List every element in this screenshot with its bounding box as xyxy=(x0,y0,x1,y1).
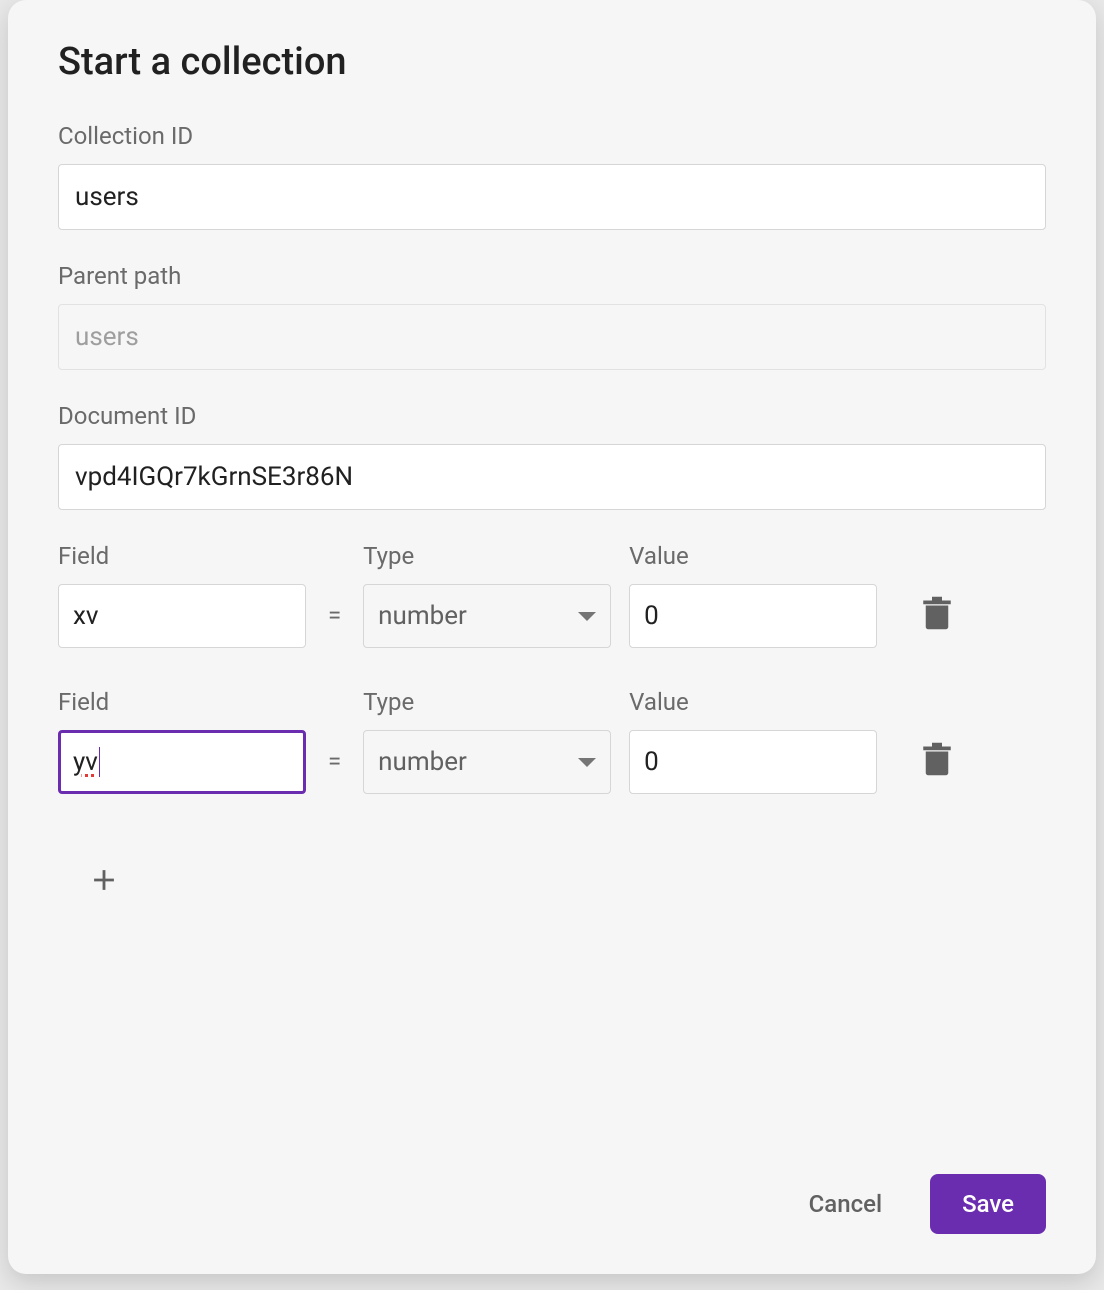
trash-icon xyxy=(922,741,952,781)
dialog-footer: Cancel Save xyxy=(58,1154,1046,1234)
collection-id-input[interactable] xyxy=(58,164,1046,230)
text-caret xyxy=(99,747,100,777)
collection-id-group: Collection ID xyxy=(58,122,1046,230)
field-value-input[interactable] xyxy=(629,730,877,794)
field-row: Field = Type number Value xyxy=(58,542,1046,648)
field-row: Field yv = Type number Value xyxy=(58,688,1046,794)
collection-id-label: Collection ID xyxy=(58,122,1046,150)
dialog-title: Start a collection xyxy=(58,40,1046,84)
cancel-button[interactable]: Cancel xyxy=(791,1178,900,1230)
document-id-group: Document ID xyxy=(58,402,1046,510)
equals-sign: = xyxy=(324,747,345,775)
field-type-value: number xyxy=(378,747,467,777)
parent-path-input xyxy=(58,304,1046,370)
add-field-button[interactable] xyxy=(76,854,132,910)
field-value-input[interactable] xyxy=(629,584,877,648)
field-value-column: Value xyxy=(629,688,877,794)
field-type-label: Type xyxy=(363,688,611,716)
dropdown-caret-icon xyxy=(578,612,596,621)
field-value-column: Value xyxy=(629,542,877,648)
field-name-column: Field yv xyxy=(58,688,306,794)
parent-path-group: Parent path xyxy=(58,262,1046,370)
field-name-label: Field xyxy=(58,688,306,716)
field-type-column: Type number xyxy=(363,688,611,794)
equals-sign: = xyxy=(324,601,345,629)
document-id-label: Document ID xyxy=(58,402,1046,430)
save-button[interactable]: Save xyxy=(930,1174,1046,1234)
start-collection-dialog: Start a collection Collection ID Parent … xyxy=(8,0,1096,1274)
trash-icon xyxy=(922,595,952,635)
field-name-column: Field xyxy=(58,542,306,648)
field-name-input[interactable] xyxy=(58,584,306,648)
parent-path-label: Parent path xyxy=(58,262,1046,290)
field-type-select[interactable]: number xyxy=(363,730,611,794)
field-name-input[interactable]: yv xyxy=(58,730,306,794)
delete-field-button[interactable] xyxy=(913,591,961,639)
field-type-column: Type number xyxy=(363,542,611,648)
field-type-label: Type xyxy=(363,542,611,570)
field-name-label: Field xyxy=(58,542,306,570)
field-value-label: Value xyxy=(629,688,877,716)
field-type-value: number xyxy=(378,601,467,631)
document-id-input[interactable] xyxy=(58,444,1046,510)
delete-field-button[interactable] xyxy=(913,737,961,785)
field-type-select[interactable]: number xyxy=(363,584,611,648)
plus-icon xyxy=(87,863,121,901)
field-value-label: Value xyxy=(629,542,877,570)
dropdown-caret-icon xyxy=(578,758,596,767)
